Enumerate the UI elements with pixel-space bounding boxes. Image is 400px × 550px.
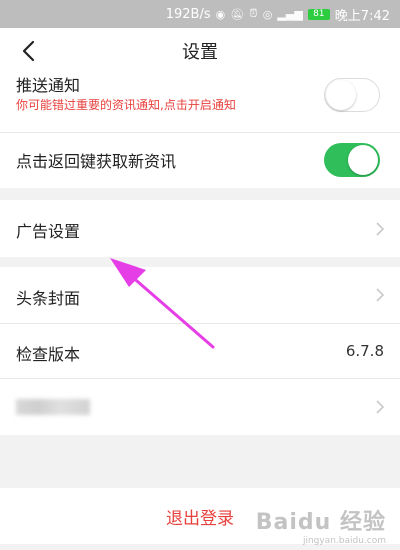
watermark: Baidu 经验 jingyan.baidu.com	[256, 504, 386, 546]
watermark-brand: Baidu 经验	[255, 510, 386, 535]
annotation-arrow	[110, 258, 215, 349]
watermark-url: jingyan.baidu.com	[302, 536, 386, 546]
